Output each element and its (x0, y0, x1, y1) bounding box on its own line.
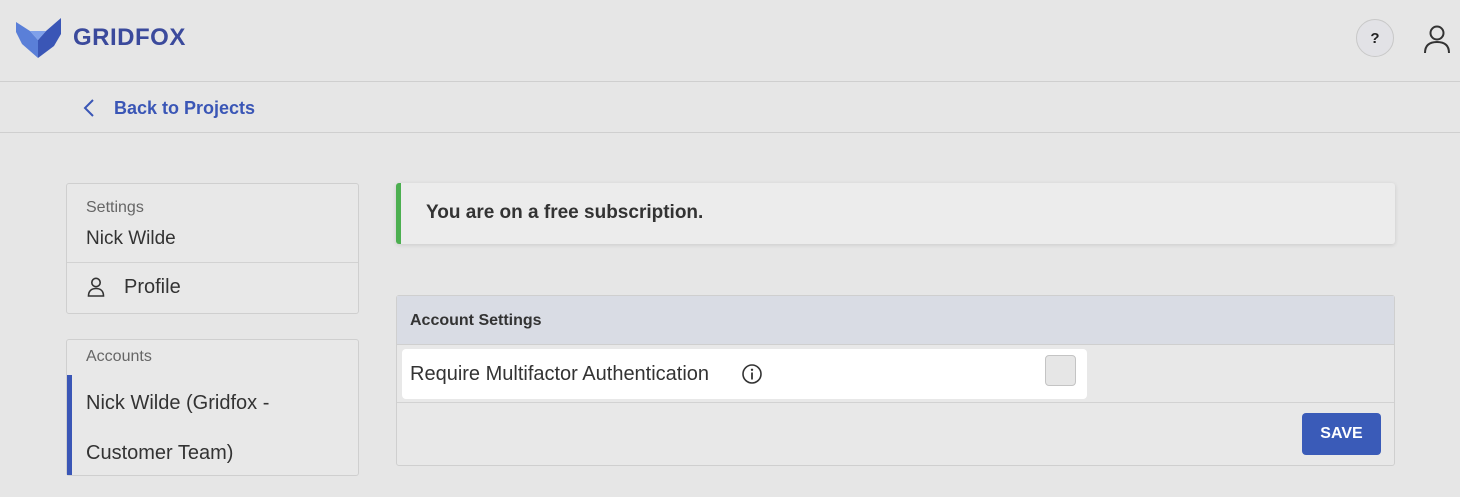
person-icon (87, 277, 105, 297)
account-settings-panel: Account Settings Require Multifactor Aut… (396, 295, 1395, 466)
mfa-setting-row: Require Multifactor Authentication (402, 349, 1087, 399)
mfa-checkbox[interactable] (1045, 355, 1076, 386)
user-icon[interactable] (1422, 24, 1452, 54)
active-account-indicator (67, 375, 72, 475)
subscription-message: You are on a free subscription. (426, 202, 704, 223)
back-to-projects-link[interactable]: Back to Projects (82, 97, 255, 119)
account-settings-header: Account Settings (397, 296, 1394, 345)
mfa-label: Require Multifactor Authentication (410, 363, 710, 385)
fox-logo-icon[interactable] (16, 18, 61, 58)
help-button[interactable]: ? (1356, 19, 1394, 57)
settings-user-name: Nick Wilde (86, 228, 176, 249)
sidebar-item-label: Profile (124, 275, 181, 298)
accounts-card: Accounts Nick Wilde (Gridfox - Customer … (66, 339, 359, 476)
top-bar: GRIDFOX ? (0, 0, 1460, 82)
save-button[interactable]: SAVE (1302, 413, 1381, 455)
settings-card: Settings Nick Wilde Profile (66, 183, 359, 314)
settings-caption: Settings (86, 199, 144, 216)
panel-divider (397, 402, 1394, 403)
sidebar-item-account[interactable]: Nick Wilde (Gridfox - Customer Team) (86, 378, 346, 478)
account-settings-title: Account Settings (410, 312, 542, 329)
brand-name[interactable]: GRIDFOX (73, 24, 186, 52)
accounts-caption: Accounts (86, 348, 152, 365)
subscription-banner: You are on a free subscription. (396, 183, 1395, 244)
back-link-label: Back to Projects (114, 97, 256, 118)
info-icon[interactable] (741, 363, 763, 385)
settings-divider (67, 262, 358, 263)
chevron-left-icon (83, 99, 94, 117)
sub-navigation-bar: Back to Projects (0, 83, 1460, 133)
sidebar-item-profile[interactable]: Profile (86, 274, 181, 300)
